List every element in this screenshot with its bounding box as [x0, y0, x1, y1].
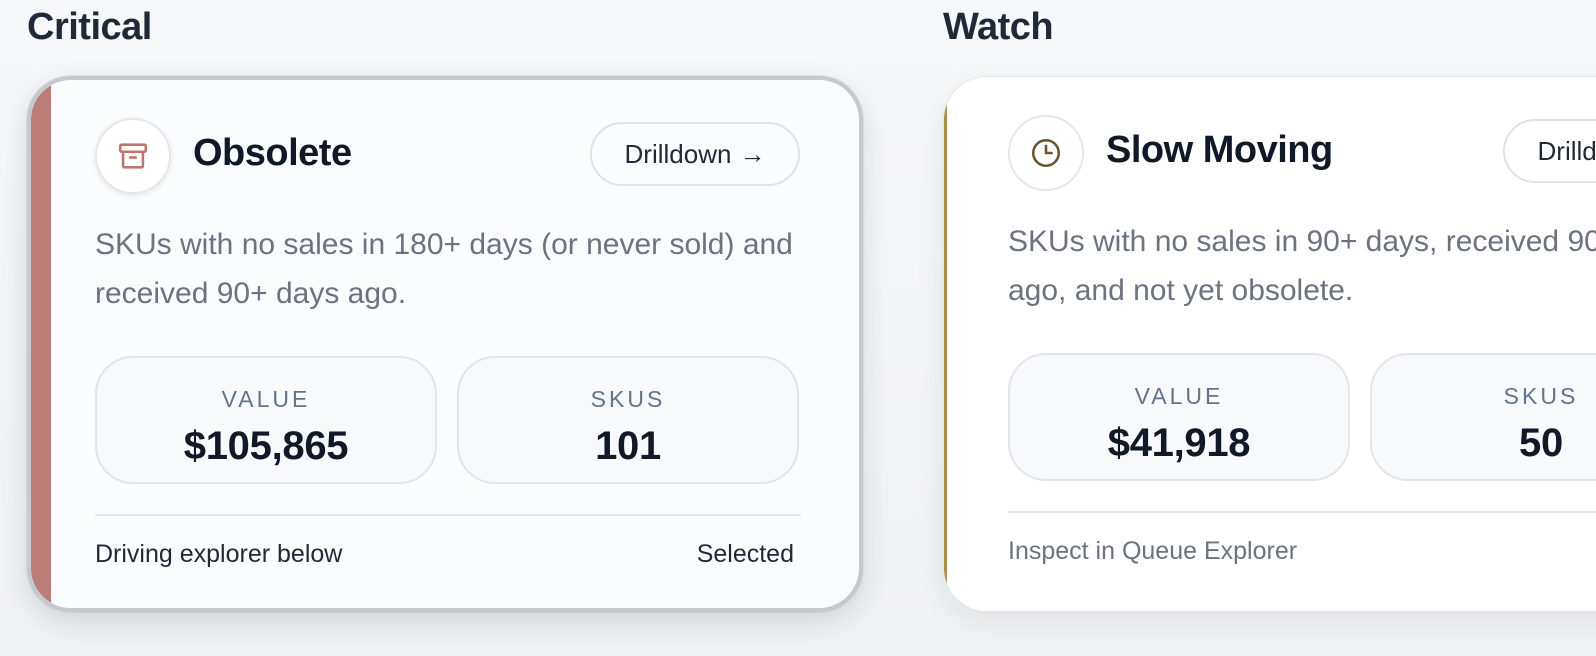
stat-value-box: VALUE $105,865 — [95, 356, 437, 484]
arrow-right-icon: → — [739, 138, 766, 169]
stat-value: 50 — [1519, 421, 1563, 465]
selected-indicator: Selected — [696, 540, 794, 568]
drilldown-button[interactable]: Drilldown → — [1503, 119, 1596, 183]
card-title: Slow Moving — [1106, 129, 1333, 171]
stat-label: SKUS — [590, 386, 666, 412]
stat-skus-box: SKUS 101 — [457, 356, 799, 484]
card-divider — [95, 514, 801, 516]
stat-value: $41,918 — [1107, 421, 1251, 465]
stat-value: $105,865 — [183, 424, 349, 468]
card-footer-note: Driving explorer below — [95, 540, 343, 568]
queue-explorer-link[interactable]: Inspect in Queue Explorer — [1008, 537, 1297, 566]
card-accent-bar — [31, 80, 51, 608]
stat-skus-box: SKUS 50 — [1370, 353, 1596, 481]
stat-label: SKUS — [1503, 383, 1579, 409]
drilldown-label: Drilldown — [624, 138, 732, 169]
page: Critical Obsolete Drilldown → SKUs with … — [0, 0, 1596, 656]
segment-card-obsolete[interactable]: Obsolete Drilldown → SKUs with no sales … — [27, 76, 863, 612]
stat-label: VALUE — [221, 386, 311, 412]
group-title: Critical — [27, 6, 152, 48]
clock-icon — [1008, 115, 1084, 191]
group-title: Watch — [943, 6, 1054, 48]
card-description: SKUs with no sales in 90+ days, received… — [1008, 225, 1596, 307]
stat-value: 101 — [595, 424, 661, 468]
stat-label: VALUE — [1134, 383, 1224, 409]
stat-value-box: VALUE $41,918 — [1008, 353, 1350, 481]
card-description: SKUs with no sales in 180+ days (or neve… — [95, 228, 793, 310]
card-accent-bar — [944, 77, 947, 611]
archive-box-icon — [95, 118, 171, 194]
segment-card-slow-moving[interactable]: Slow Moving Drilldown → SKUs with no sal… — [943, 76, 1596, 612]
card-title: Obsolete — [193, 132, 352, 174]
drilldown-button[interactable]: Drilldown → — [590, 122, 800, 186]
card-divider — [1008, 511, 1596, 513]
drilldown-label: Drilldown — [1537, 135, 1596, 166]
